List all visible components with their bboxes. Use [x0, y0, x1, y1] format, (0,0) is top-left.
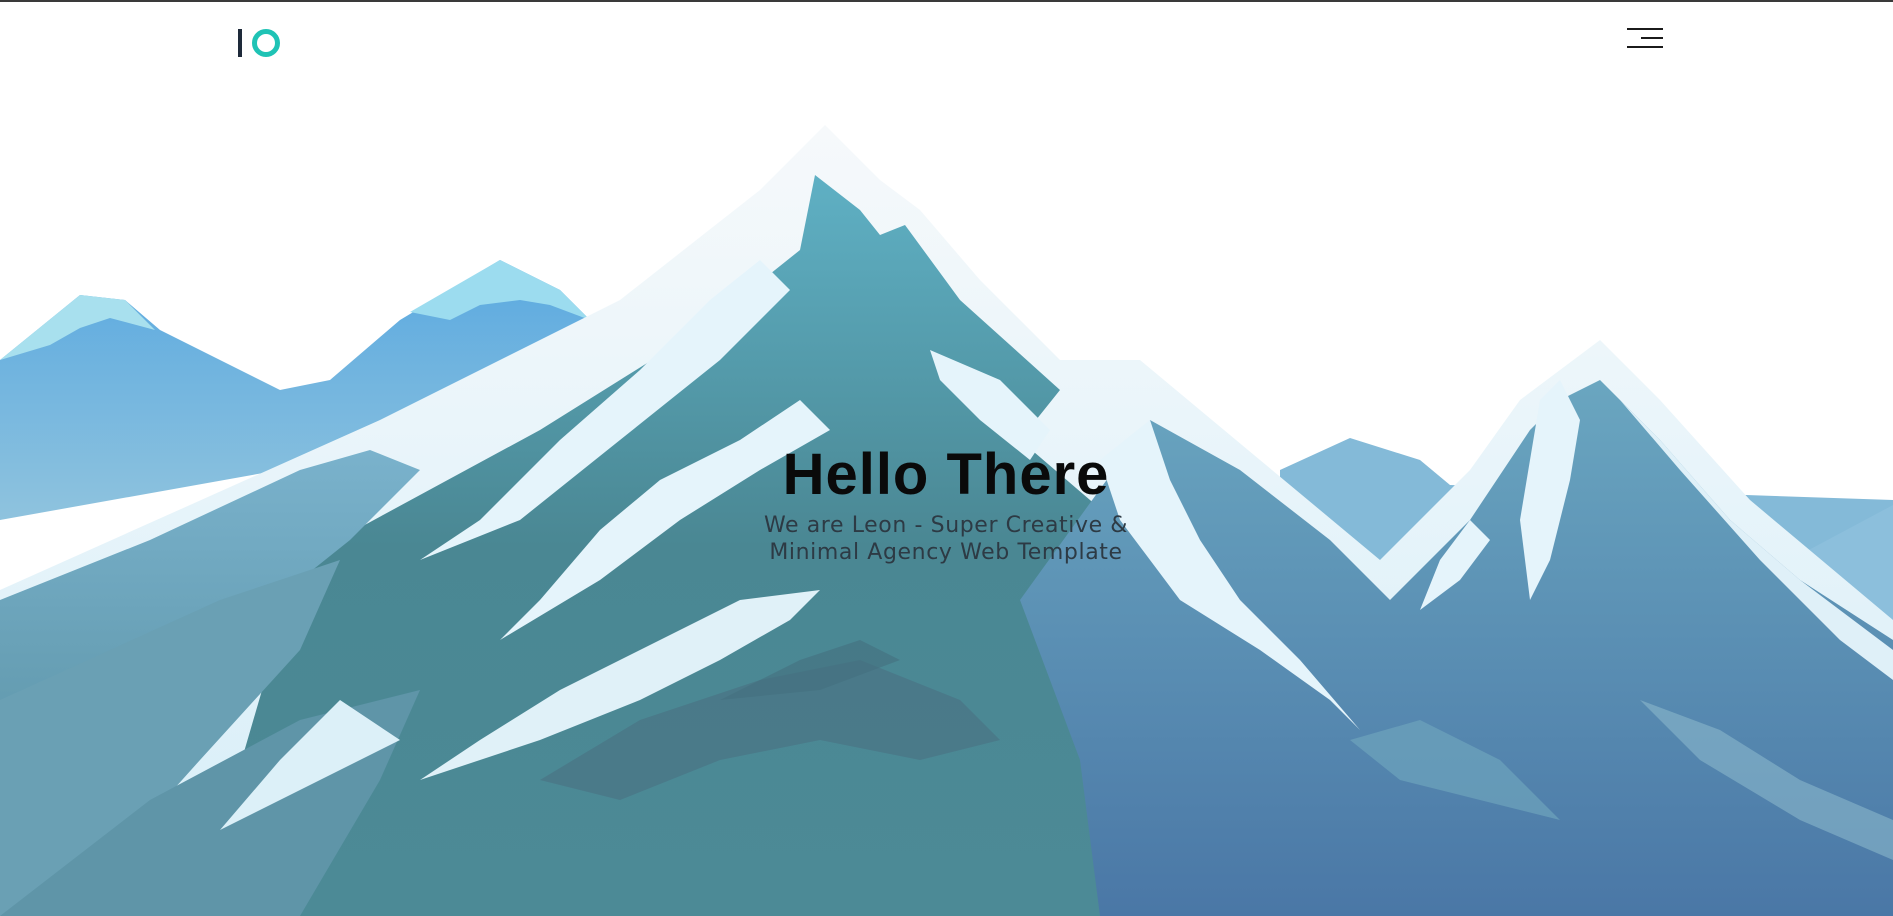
hero-subtitle-line1: We are Leon - Super Creative &	[763, 513, 1129, 538]
hero-subtitle-line2: Minimal Agency Web Template	[769, 540, 1123, 565]
io-logo[interactable]	[238, 26, 288, 60]
logo-bar-mark	[238, 29, 242, 57]
logo-ring-mark	[252, 29, 280, 57]
menu-line-middle	[1641, 37, 1663, 39]
menu-line-bottom	[1627, 46, 1663, 48]
menu-line-top	[1627, 28, 1663, 30]
hero-section: Hello There We are Leon - Super Creative…	[646, 440, 1246, 566]
hero-subtitle: We are Leon - Super Creative & Minimal A…	[646, 512, 1246, 566]
hamburger-menu-icon[interactable]	[1623, 26, 1663, 52]
hero-title: Hello There	[782, 442, 1110, 507]
